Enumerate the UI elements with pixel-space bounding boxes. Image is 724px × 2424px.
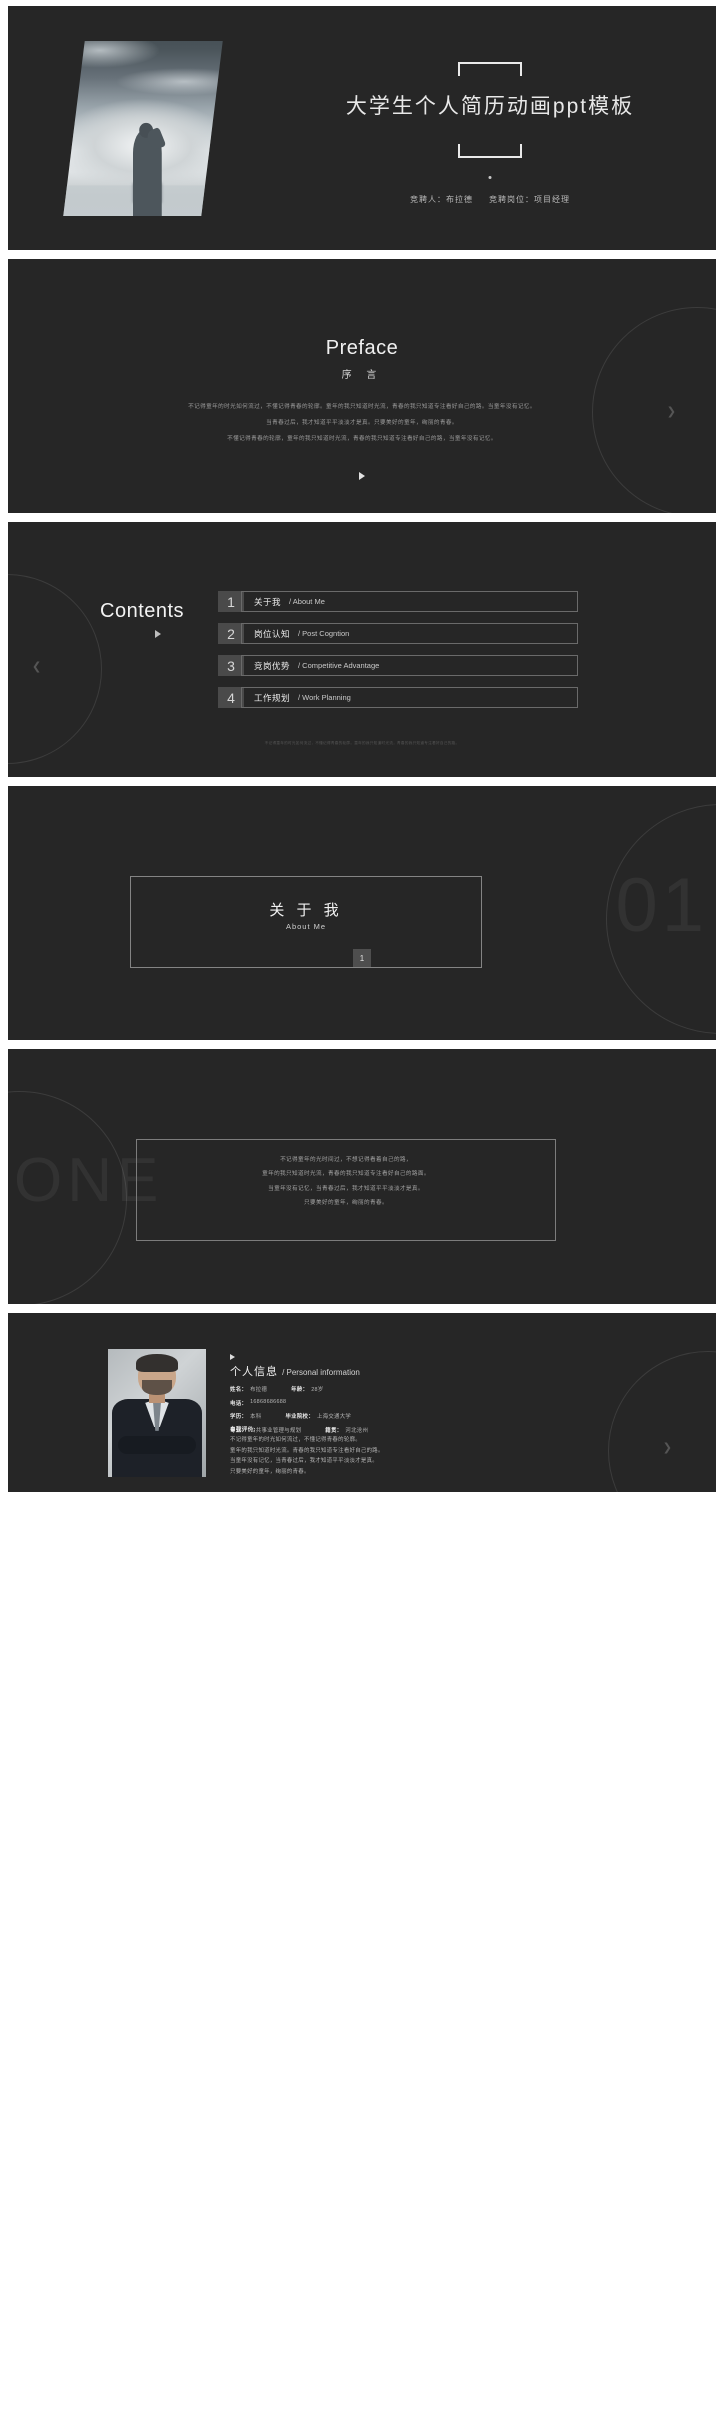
play-triangle-icon[interactable] — [155, 630, 161, 638]
field-value: 28岁 — [311, 1387, 324, 1393]
personal-info-title-en: / Personal information — [282, 1368, 360, 1377]
position-label: 竞聘岗位： — [489, 195, 534, 204]
contents-item-1[interactable]: 1 关于我 / About Me — [218, 591, 578, 612]
bracket-bottom-icon — [458, 144, 522, 158]
text-body-line: 当童年没有记忆，当青春过后，我才知道平平淡淡才是真。 — [268, 1185, 424, 1192]
slide-preface: ❯ Preface 序 言 不记得童年的时光如何流过，不懂记得青春的轮廓。童年的… — [8, 259, 716, 513]
presenter-label: 竞聘人： — [410, 195, 446, 204]
presenter-name: 布拉德 — [446, 195, 473, 204]
contents-item-3[interactable]: 3 竞岗优势 / Competitive Advantage — [218, 655, 578, 676]
eval-line: 不记得童年的时光如何流过，不懂记得青春的轮廓。 — [230, 1437, 361, 1443]
contents-item-label-cn: 关于我 — [254, 596, 282, 607]
contents-item-box: 关于我 / About Me — [241, 591, 578, 612]
slide-section-about-me: 01 关 于 我 About Me 1 — [8, 786, 716, 1040]
contents-list: 1 关于我 / About Me 2 岗位认知 / Post Cogntion … — [218, 591, 578, 719]
preface-body-line: 不记得童年的时光如何流过，不懂记得青春的轮廓。童年的我只知道时光流，青春的我只知… — [188, 404, 536, 410]
play-triangle-icon[interactable] — [230, 1354, 235, 1360]
field-label: 年龄： — [291, 1387, 309, 1393]
text-body: 不记得童年的光时间过，不想记得看着自己的路， 童年的我只知道时光流，青春的我只知… — [136, 1153, 556, 1210]
cover-photo — [63, 41, 223, 216]
contents-item-label-cn: 工作规划 — [254, 692, 291, 703]
preface-body: 不记得童年的时光如何流过，不懂记得青春的轮廓。童年的我只知道时光流，青春的我只知… — [82, 399, 642, 448]
field-value: 上海交通大学 — [316, 1414, 352, 1420]
text-body-line: 只要美好的童年，绚丽的青春。 — [304, 1199, 388, 1206]
info-row-major: 专业： 公共事业管理与规划 籍贯： 河北沧州 — [230, 1426, 530, 1434]
decorative-ring — [606, 804, 716, 1034]
field-value: 公共事业管理与规划 — [250, 1427, 302, 1434]
position-name: 项目经理 — [534, 195, 570, 204]
play-triangle-icon[interactable] — [359, 472, 365, 480]
info-row-name: 姓名： 布拉德 年龄： 28岁 — [230, 1385, 530, 1393]
contents-title: Contents — [100, 600, 185, 622]
contents-item-label-cn: 岗位认知 — [254, 628, 291, 639]
text-body-line: 不记得童年的光时间过，不想记得看着自己的路， — [280, 1157, 412, 1163]
slide-text-block: ONE 不记得童年的光时间过，不想记得看着自己的路， 童年的我只知道时光流，青春… — [8, 1049, 716, 1304]
eval-line: 当童年没有记忆，当青春过后，我才知道平平淡淡才是真。 — [230, 1458, 378, 1465]
section-title-cn: 关 于 我 — [269, 902, 343, 919]
field-label: 姓名： — [230, 1387, 248, 1393]
chevron-right-icon[interactable]: ❯ — [663, 1441, 672, 1454]
chevron-right-icon[interactable]: ❯ — [667, 405, 676, 418]
field-label: 电话： — [230, 1400, 248, 1407]
decorative-ring — [608, 1351, 716, 1492]
slide-cover: 大学生个人简历动画ppt模板 竞聘人：布拉德 竞聘岗位：项目经理 — [8, 6, 716, 250]
contents-item-box: 工作规划 / Work Planning — [241, 687, 578, 708]
self-evaluation-body: 不记得童年的时光如何流过，不懂记得青春的轮廓。 童年的我只知道时光流。青春的我只… — [230, 1435, 550, 1477]
info-row-phone: 电话： 16868686688 — [230, 1399, 530, 1407]
preface-title: Preface — [325, 337, 399, 359]
portrait-photo — [108, 1349, 206, 1477]
contents-item-4[interactable]: 4 工作规划 / Work Planning — [218, 687, 578, 708]
contents-item-2[interactable]: 2 岗位认知 / Post Cogntion — [218, 623, 578, 644]
field-label: 学历： — [230, 1414, 248, 1420]
field-value: 河北沧州 — [345, 1427, 369, 1434]
field-label: 籍贯： — [325, 1427, 343, 1434]
personal-info-title-cn: 个人信息 — [230, 1366, 278, 1378]
cover-presenter-line: 竞聘人：布拉德 竞聘岗位：项目经理 — [290, 194, 690, 205]
contents-item-label-en: / Competitive Advantage — [298, 661, 380, 670]
section-title-en: About Me — [285, 922, 327, 931]
slide-contents: ❮ Contents 1 关于我 / About Me 2 岗位认知 / Pos… — [8, 522, 716, 777]
field-label: 毕业院校： — [285, 1414, 314, 1420]
chevron-left-icon[interactable]: ❮ — [32, 660, 41, 673]
field-value: 16868686688 — [250, 1398, 287, 1405]
divider-dot — [488, 176, 492, 179]
section-badge: 1 — [353, 949, 371, 967]
decorative-ring — [8, 574, 102, 764]
preface-subtitle: 序 言 — [341, 370, 383, 381]
contents-item-label-cn: 竞岗优势 — [254, 660, 291, 671]
personal-info-fields: 姓名： 布拉德 年龄： 28岁 电话： 16868686688 学历： 本科 毕… — [230, 1385, 530, 1439]
contents-item-box: 竞岗优势 / Competitive Advantage — [241, 655, 578, 676]
decorative-ring — [8, 1091, 127, 1304]
contents-item-label-en: / Post Cogntion — [298, 629, 350, 638]
info-row-education: 学历： 本科 毕业院校： 上海交通大学 — [230, 1412, 530, 1420]
slide-personal-information: ❯ 个人信息 / Personal information 姓名： 布拉德 年龄… — [8, 1313, 716, 1492]
eval-line: 只要美好的童年，绚丽的青春。 — [230, 1468, 310, 1475]
personal-info-title: 个人信息 / Personal information — [230, 1363, 360, 1379]
preface-body-line: 当青春过后，我才知道平平淡淡才是真。只要美好的童年，绚丽的青春。 — [266, 420, 458, 427]
text-body-line: 童年的我只知道时光流，青春的我只知道专注看好自己的路面。 — [262, 1171, 430, 1178]
ghost-number: 01 — [615, 863, 708, 948]
bracket-top-icon — [458, 62, 522, 76]
preface-body-line: 不懂记得青春的轮廓，童年的我只知道时光流，青春的我只知道专注看好自己的路，当童年… — [227, 436, 497, 443]
contents-footer: 不记得童年的时光如何流过，不懂记得青春的轮廓。童年的我只知道时光流，青春的我只知… — [264, 741, 460, 745]
eval-line: 童年的我只知道时光流。青春的我只知道专注看好自己的路。 — [230, 1447, 384, 1454]
contents-item-box: 岗位认知 / Post Cogntion — [241, 623, 578, 644]
self-evaluation-label: 自我评价: — [230, 1427, 256, 1433]
contents-item-label-en: / About Me — [289, 597, 325, 606]
field-value: 本科 — [250, 1414, 262, 1420]
contents-item-label-en: / Work Planning — [298, 693, 351, 702]
field-value: 布拉德 — [250, 1387, 268, 1393]
page-title: 大学生个人简历动画ppt模板 — [345, 95, 635, 118]
